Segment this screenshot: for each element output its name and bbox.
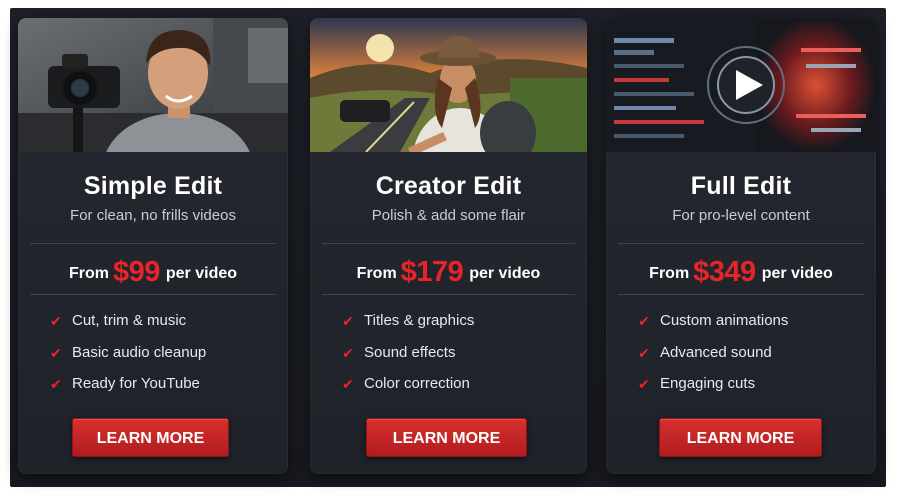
- plan-price: From $349 per video: [606, 256, 876, 289]
- price-amount: $349: [693, 256, 756, 288]
- check-icon: ✔: [342, 313, 354, 329]
- feature-list: ✔ Custom animations ✔ Advanced sound ✔ Enga…: [638, 311, 788, 406]
- divider: [30, 294, 276, 295]
- feature-list: ✔ Titles & graphics ✔ Sound effects ✔ Color…: [342, 311, 474, 406]
- plan-title: Simple Edit: [83, 172, 223, 200]
- plan-subtitle: For clean, no frills videos: [70, 207, 236, 224]
- feature-label: Color correction: [364, 375, 470, 392]
- feature-item: ✔ Ready for YouTube: [50, 374, 206, 406]
- feature-label: Custom animations: [660, 312, 789, 329]
- plan-image-man-with-camera: [18, 18, 288, 152]
- check-icon: ✔: [50, 313, 62, 329]
- feature-label: Engaging cuts: [660, 375, 756, 392]
- plan-card-creator-edit: Creator Edit Polish & add some flair Fro…: [310, 18, 587, 474]
- feature-list: ✔ Cut, trim & music ✔ Basic audio cleanup …: [50, 311, 206, 406]
- feature-item: ✔ Sound effects: [342, 343, 474, 375]
- price-amount: $179: [400, 256, 464, 288]
- price-prefix: From: [68, 265, 109, 282]
- plan-image-woman-travel: [310, 18, 587, 152]
- feature-label: Titles & graphics: [364, 312, 475, 329]
- plan-card-simple-edit: Simple Edit For clean, no frills videos …: [18, 18, 288, 474]
- plan-price: From $99 per video: [18, 256, 288, 289]
- feature-item: ✔ Color correction: [342, 374, 474, 406]
- divider: [618, 243, 864, 244]
- divider: [322, 243, 575, 244]
- price-suffix: per video: [165, 265, 238, 282]
- price-suffix: per video: [469, 265, 541, 282]
- divider: [618, 294, 864, 295]
- feature-label: Cut, trim & music: [72, 312, 187, 329]
- plan-image-video-editor: [606, 18, 876, 152]
- check-icon: ✔: [638, 376, 650, 392]
- feature-label: Ready for YouTube: [72, 375, 200, 392]
- plan-title: Creator Edit: [375, 172, 522, 200]
- learn-more-button[interactable]: LEARN MORE: [72, 418, 229, 457]
- feature-label: Sound effects: [364, 343, 456, 361]
- plan-price: From $179 per video: [310, 256, 587, 289]
- pricing-section: Simple Edit For clean, no frills videos …: [10, 8, 886, 487]
- feature-item: ✔ Engaging cuts: [638, 374, 788, 406]
- divider: [30, 243, 276, 244]
- feature-item: ✔ Advanced sound: [638, 343, 788, 375]
- check-icon: ✔: [638, 344, 650, 361]
- feature-item: ✔ Basic audio cleanup: [50, 343, 206, 375]
- check-icon: ✔: [638, 313, 650, 329]
- feature-item: ✔ Titles & graphics: [342, 311, 474, 343]
- price-prefix: From: [356, 265, 397, 282]
- plan-title: Full Edit: [690, 172, 792, 200]
- price-amount: $99: [112, 256, 160, 288]
- check-icon: ✔: [50, 376, 62, 392]
- plan-card-full-edit: Full Edit For pro-level content From $349…: [606, 18, 876, 474]
- price-suffix: per video: [761, 265, 833, 282]
- feature-label: Basic audio cleanup: [72, 343, 207, 361]
- plan-subtitle: Polish & add some flair: [371, 207, 526, 224]
- check-icon: ✔: [50, 344, 62, 361]
- price-prefix: From: [649, 265, 690, 282]
- check-icon: ✔: [342, 344, 354, 361]
- plan-subtitle: For pro-level content: [672, 207, 810, 224]
- check-icon: ✔: [342, 376, 354, 392]
- feature-label: Advanced sound: [660, 343, 772, 361]
- learn-more-button[interactable]: LEARN MORE: [366, 418, 527, 457]
- learn-more-button[interactable]: LEARN MORE: [659, 418, 822, 457]
- feature-item: ✔ Cut, trim & music: [50, 311, 206, 343]
- divider: [322, 294, 575, 295]
- feature-item: ✔ Custom animations: [638, 311, 788, 343]
